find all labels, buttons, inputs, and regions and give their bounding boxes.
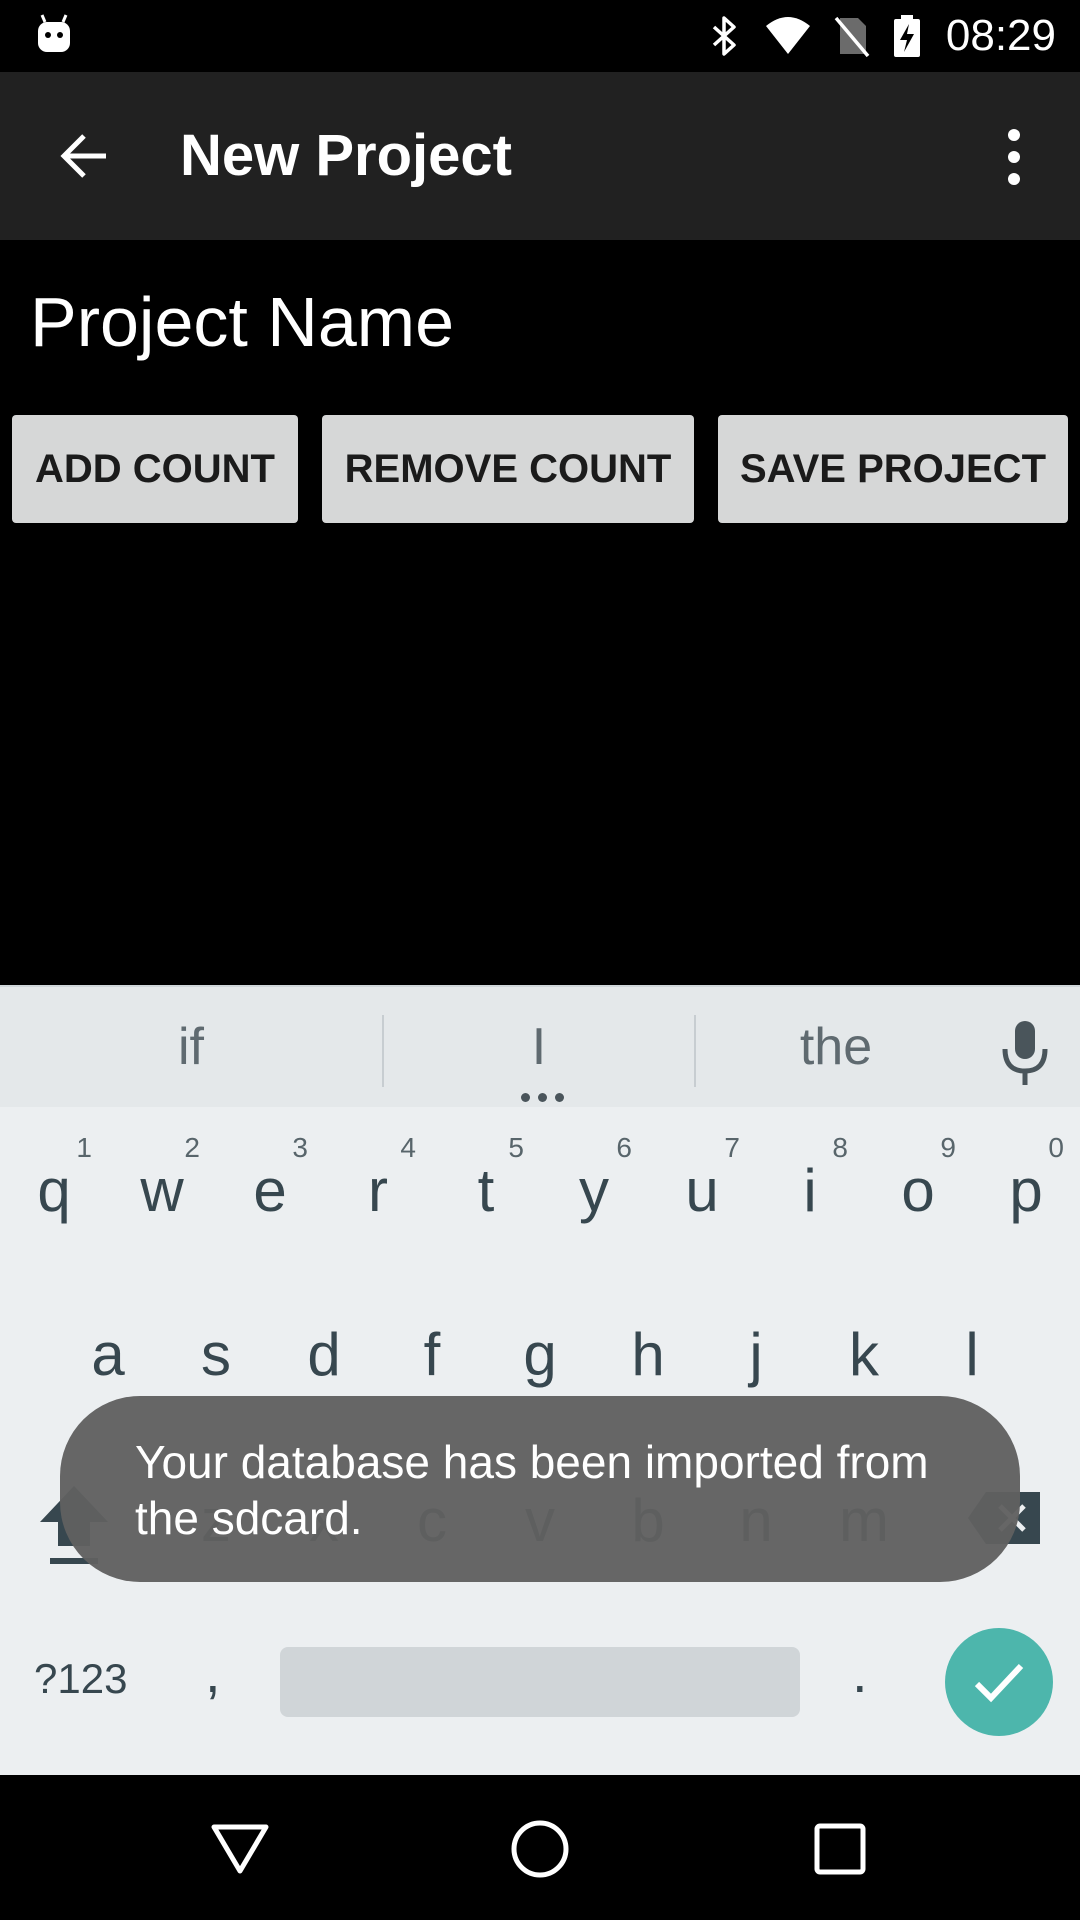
suggestion-item[interactable]: the (696, 987, 976, 1107)
home-circle-icon (511, 1820, 569, 1878)
space-bar[interactable] (280, 1647, 800, 1717)
no-sim-icon (834, 16, 870, 58)
remove-count-button[interactable]: REMOVE COUNT (322, 415, 694, 523)
toast-text: Your database has been imported from the… (135, 1436, 929, 1544)
nav-home-button[interactable] (490, 1799, 590, 1899)
key-u[interactable]: 7u (648, 1110, 756, 1260)
back-button[interactable] (40, 116, 128, 196)
wifi-icon (765, 17, 810, 54)
arrow-back-icon (60, 134, 106, 178)
save-project-button[interactable]: SAVE PROJECT (718, 415, 1068, 523)
checkmark-icon (974, 1663, 1024, 1703)
key-w[interactable]: 2w (108, 1110, 216, 1260)
app-bar: New Project (0, 72, 1080, 240)
android-robot-icon (38, 14, 70, 52)
battery-charging-icon (893, 15, 920, 57)
more-suggestions-icon[interactable] (517, 1093, 567, 1103)
suggestion-item[interactable]: I (384, 987, 694, 1107)
suggestion-item[interactable]: if (0, 987, 382, 1107)
symbols-key[interactable]: ?123 (34, 1655, 127, 1703)
nav-recents-button[interactable] (790, 1799, 890, 1899)
key-y[interactable]: 6y (540, 1110, 648, 1260)
enter-key[interactable] (945, 1628, 1053, 1736)
back-triangle-icon (211, 1824, 269, 1874)
key-t[interactable]: 5t (432, 1110, 540, 1260)
key-o[interactable]: 9o (864, 1110, 972, 1260)
suggestion-strip: if I the (0, 985, 1080, 1107)
key-r[interactable]: 4r (324, 1110, 432, 1260)
nav-back-button[interactable] (190, 1799, 290, 1899)
key-p[interactable]: 0p (972, 1110, 1080, 1260)
microphone-icon[interactable] (995, 1017, 1055, 1089)
key-e[interactable]: 3e (216, 1110, 324, 1260)
toast-message: Your database has been imported from the… (60, 1396, 1020, 1582)
status-bar: 08:29 (0, 0, 1080, 72)
bluetooth-icon (712, 16, 736, 56)
comma-key[interactable]: , (205, 1640, 221, 1705)
add-count-button[interactable]: ADD COUNT (12, 415, 298, 523)
navigation-bar (0, 1775, 1080, 1920)
status-time: 08:29 (945, 11, 1056, 60)
page-title: New Project (180, 123, 512, 188)
key-i[interactable]: 8i (756, 1110, 864, 1260)
recents-square-icon (814, 1823, 866, 1875)
period-key[interactable]: . (852, 1640, 868, 1705)
key-q[interactable]: 1q (0, 1110, 108, 1260)
project-name-label: Project Name (30, 283, 455, 361)
more-vert-icon[interactable] (984, 122, 1044, 192)
